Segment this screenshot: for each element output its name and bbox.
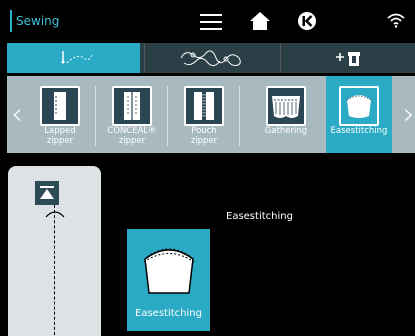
- technique-card-easestitching[interactable]: Easestitching: [127, 229, 210, 331]
- lapped-zipper-icon: [40, 86, 80, 126]
- stitch-item-label: Pouch zipper: [190, 126, 218, 146]
- title-accent-bar: [10, 10, 12, 32]
- decorative-pattern-icon: [180, 50, 241, 67]
- stop-sewing-icon[interactable]: [297, 11, 317, 31]
- stitch-item-label: Easestitching: [330, 126, 388, 136]
- tab-utility-stitches[interactable]: [7, 43, 140, 73]
- tab-sewing-techniques[interactable]: [280, 43, 415, 73]
- stitch-item-lapped-zipper[interactable]: Lapped zipper: [31, 76, 89, 153]
- tab-decorative-stitches[interactable]: [144, 43, 277, 73]
- stitch-item-label: Lapped zipper: [44, 126, 76, 146]
- plus-presser-foot-icon: [335, 52, 360, 66]
- easestitching-icon: [339, 86, 379, 126]
- app-title: Sewing: [16, 14, 60, 28]
- top-bar: Sewing: [0, 0, 415, 40]
- easestitching-illustration: [143, 248, 195, 294]
- move-up-button[interactable]: [35, 181, 59, 205]
- scroll-right-arrow[interactable]: ›: [399, 76, 415, 153]
- category-tabs: [7, 43, 415, 73]
- selected-stitch-title: Easestitching: [226, 211, 293, 222]
- home-icon[interactable]: [249, 11, 271, 31]
- stitch-item-conceal-zipper[interactable]: CONCEAL® zipper: [103, 76, 161, 153]
- stitch-item-label: CONCEAL® zipper: [107, 126, 157, 146]
- stitch-item-label: Gathering: [264, 126, 308, 136]
- needle-stitch-icon: [61, 51, 93, 64]
- conceal-zipper-icon: [112, 86, 152, 126]
- scroll-left-arrow[interactable]: ‹: [7, 76, 27, 153]
- arrow-up-to-top-icon: [40, 186, 54, 199]
- stitch-item-easestitching[interactable]: Easestitching: [326, 76, 392, 153]
- stitch-item-gathering[interactable]: Gathering: [257, 76, 315, 153]
- pouch-zipper-icon: [184, 86, 224, 126]
- stitch-line-guide: [54, 205, 56, 335]
- technique-card-label: Easestitching: [135, 308, 202, 319]
- stitch-item-pouch-zipper[interactable]: Pouch zipper: [175, 76, 233, 153]
- stitch-carousel: ‹ Lapped zipper CONCEAL® zipper Pouch zi…: [7, 76, 415, 153]
- wifi-icon[interactable]: [387, 12, 405, 28]
- gathering-icon: [266, 86, 306, 126]
- menu-icon[interactable]: [200, 13, 222, 31]
